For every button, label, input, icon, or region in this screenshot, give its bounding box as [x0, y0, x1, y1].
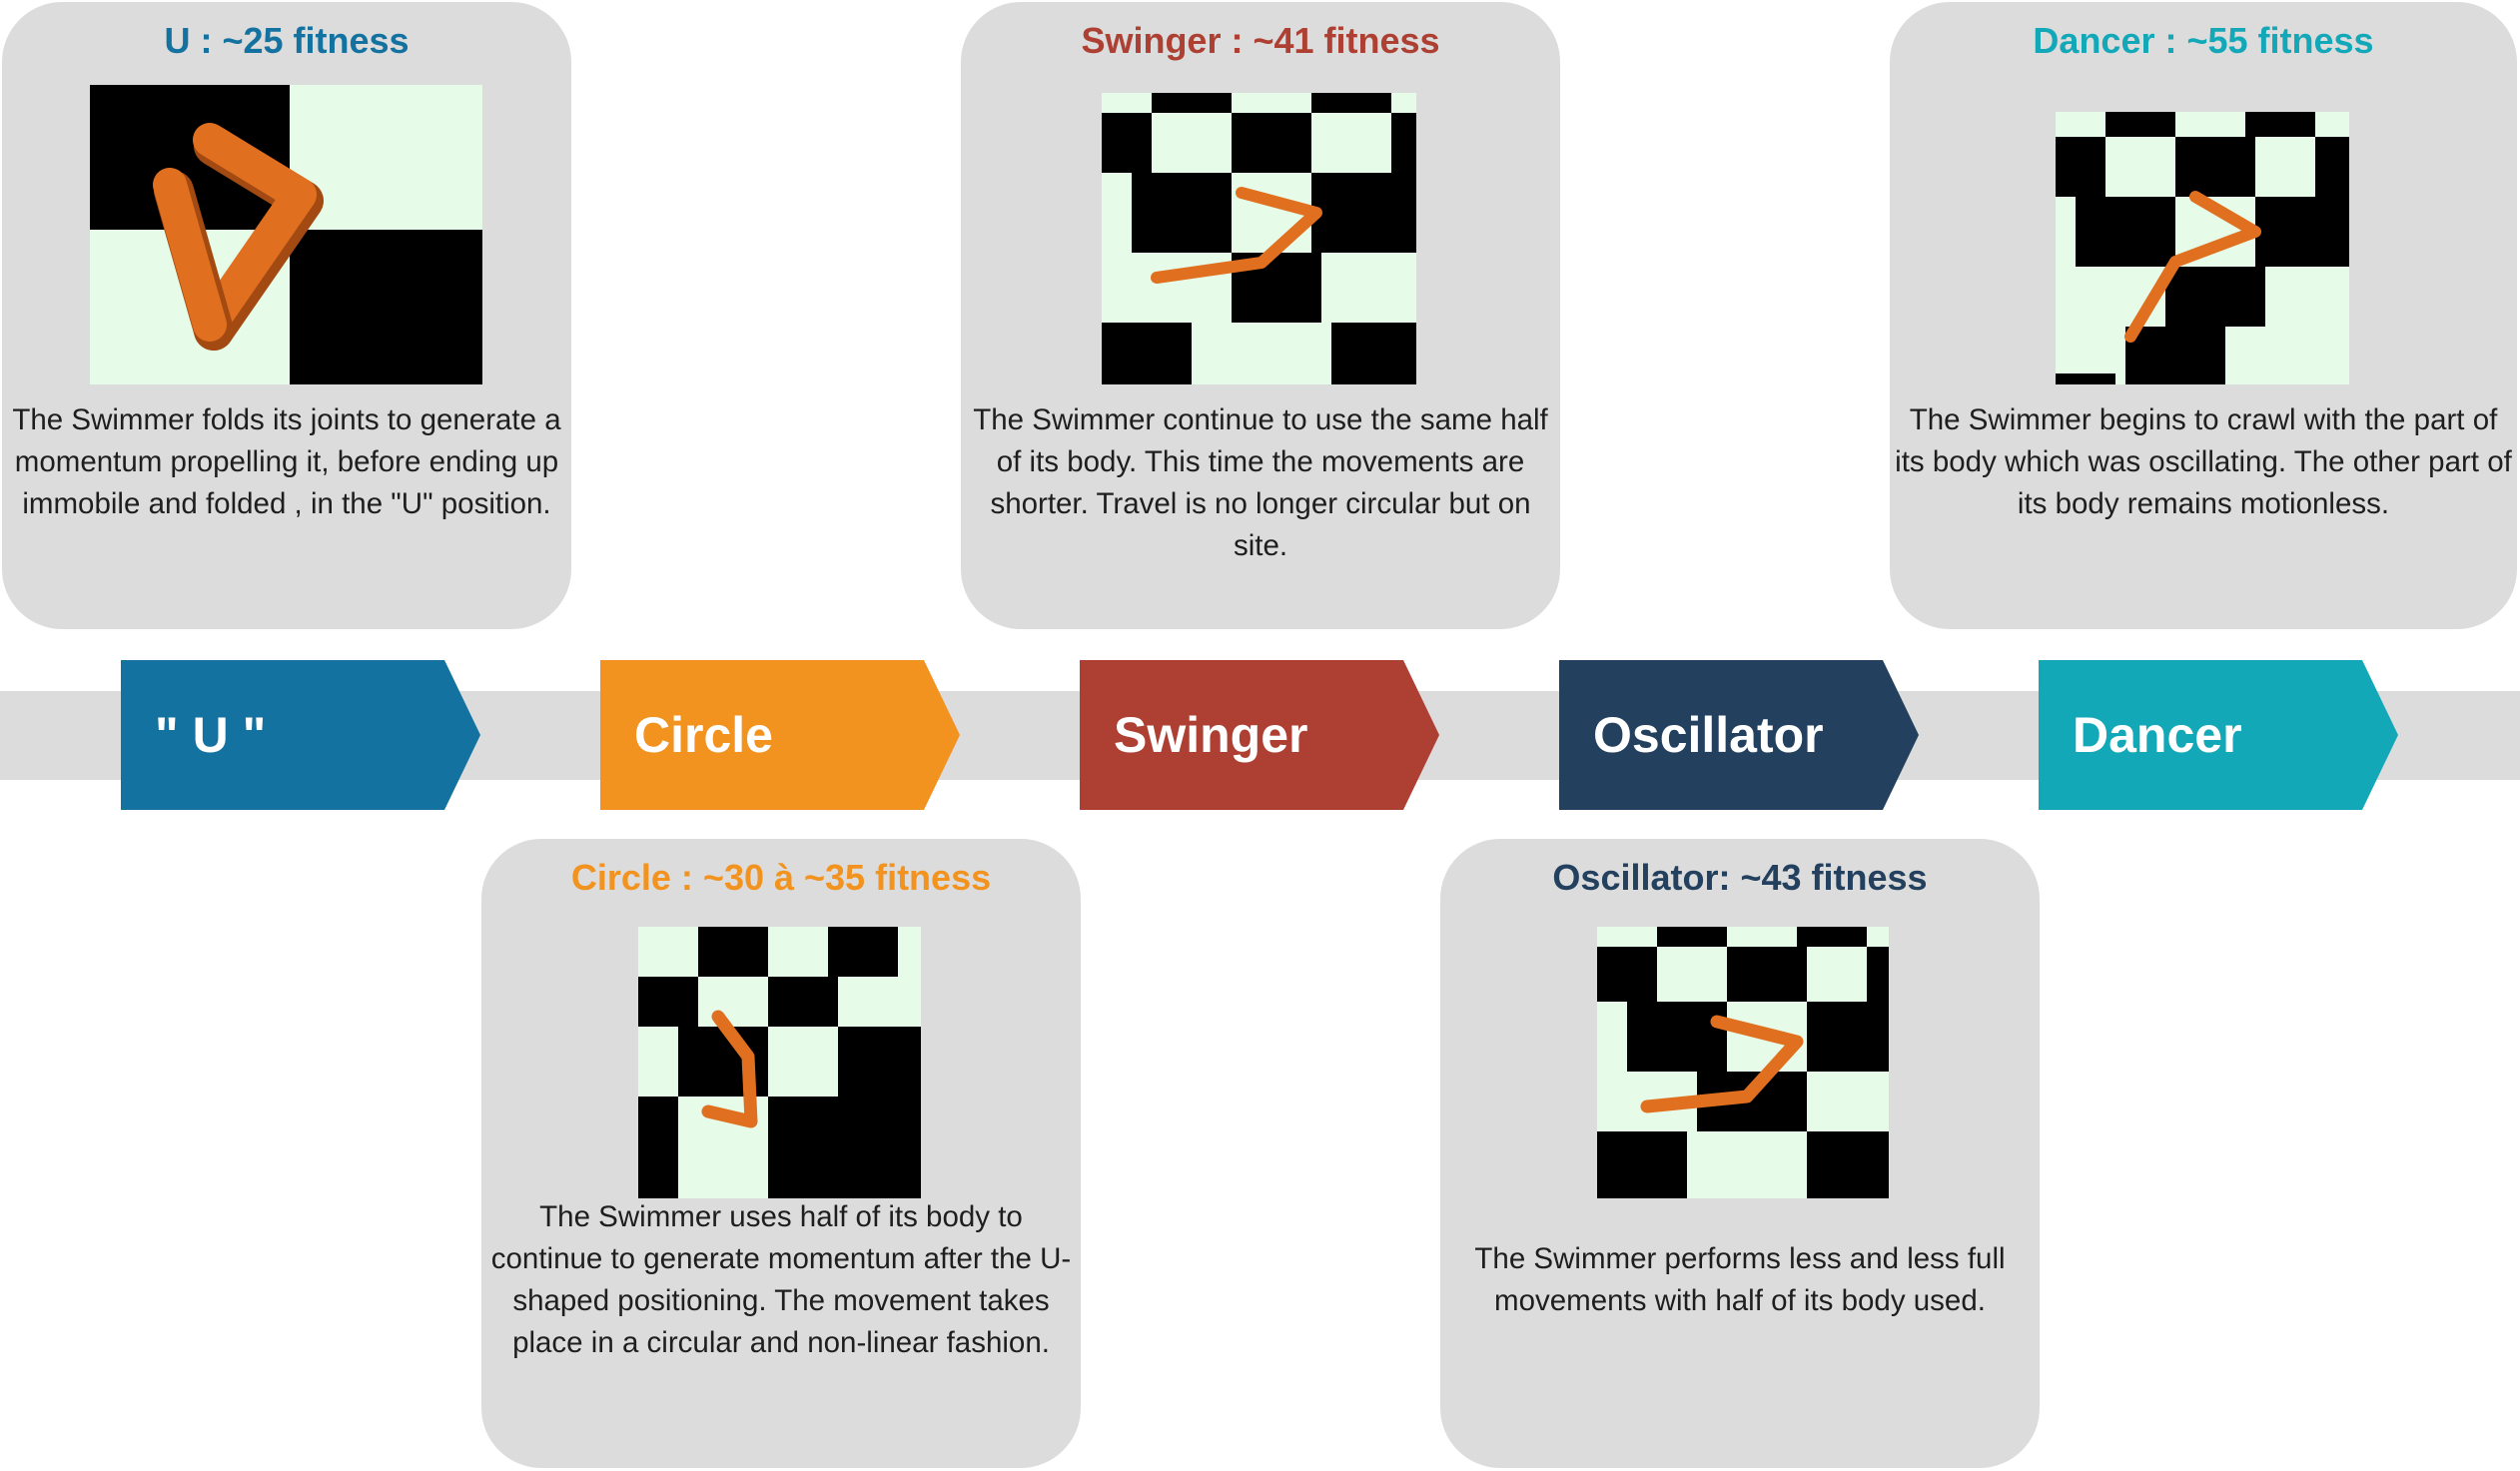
- card-description-u: The Swimmer folds its joints to generate…: [12, 403, 561, 520]
- stage-label-dancer: Dancer: [2073, 707, 2242, 763]
- card-description-dancer: The Swimmer begins to crawl with the par…: [1895, 403, 2512, 520]
- stage-label-circle: Circle: [634, 707, 773, 763]
- swimmer-dancer-image: [2056, 112, 2349, 384]
- swimmer-swinger-image: [1102, 93, 1416, 384]
- card-title-oscillator: Oscillator: ~43 fitness: [1552, 857, 1928, 898]
- card-title-u: U : ~25 fitness: [164, 20, 410, 61]
- card-title-dancer: Dancer : ~55 fitness: [2033, 20, 2374, 61]
- stage-label-u: " U ": [155, 707, 267, 763]
- card-description-swinger: The Swimmer continue to use the same hal…: [973, 403, 1548, 562]
- card-circle: Circle : ~30 à ~35 fitness The Swimmer u…: [481, 839, 1081, 1468]
- card-title-circle: Circle : ~30 à ~35 fitness: [570, 857, 992, 898]
- stage-label-oscillator: Oscillator: [1593, 707, 1824, 763]
- card-description-circle: The Swimmer uses half of its body to con…: [490, 1200, 1072, 1359]
- stage-label-swinger: Swinger: [1114, 707, 1308, 763]
- card-dancer: Dancer : ~55 fitness The Swimmer begins …: [1890, 2, 2517, 629]
- card-u: U : ~25 fitness The Swimmer folds its jo…: [2, 2, 571, 629]
- card-description-oscillator: The Swimmer performs less and less full …: [1474, 1242, 2006, 1317]
- swimmer-circle-image: [638, 927, 921, 1198]
- card-swinger: Swinger : ~41 fitness The Swimmer contin…: [961, 2, 1560, 629]
- card-oscillator: Oscillator: ~43 fitness The Swimmer perf…: [1440, 839, 2040, 1468]
- card-title-swinger: Swinger : ~41 fitness: [1081, 20, 1440, 61]
- swimmer-u-shape-image: [90, 85, 482, 384]
- swimmer-oscillator-image: [1597, 927, 1889, 1198]
